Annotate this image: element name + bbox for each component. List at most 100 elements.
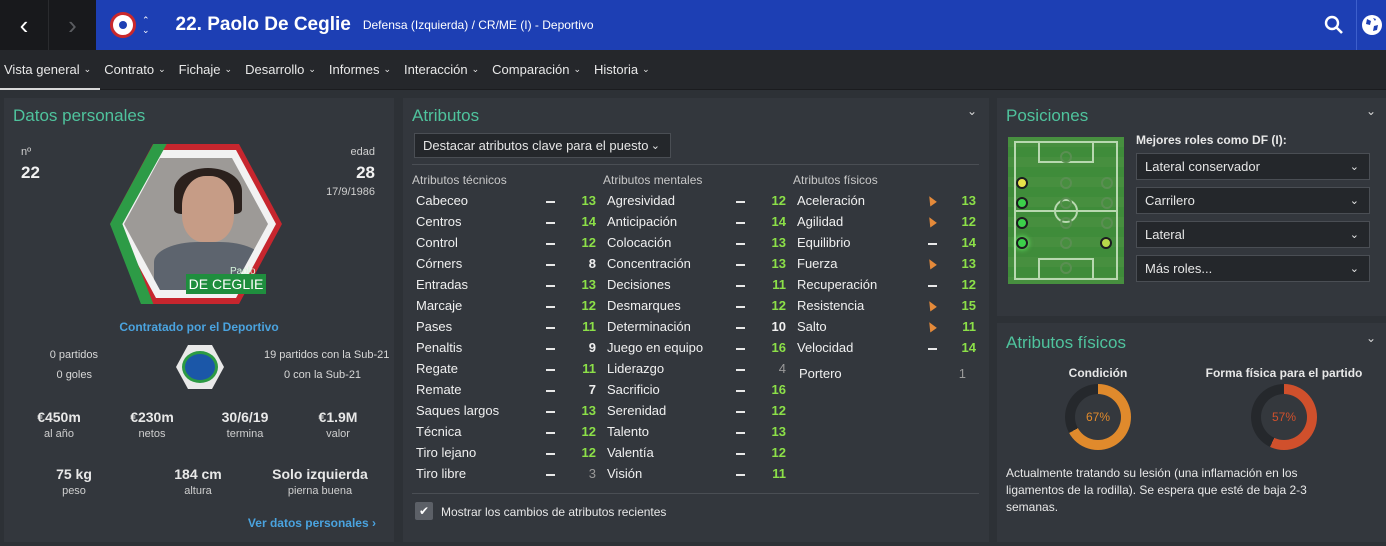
world-button[interactable] [1356,0,1386,50]
trend-flat-icon [736,306,745,308]
tab-comparison[interactable]: Comparación ⌄ [488,50,590,90]
role-select-1[interactable]: Lateral conservador ⌄ [1136,153,1370,180]
attribute-value: 4 [778,361,786,376]
condition-label: Condición [1068,366,1128,380]
goalkeeper-value: 1 [958,366,966,381]
back-button[interactable]: ‹ [0,0,48,50]
attribute-value: 16 [771,382,786,397]
trend-flat-icon [736,369,745,371]
attribute-name: Colocación [607,235,672,250]
panel-title: Atributos físicos [1006,333,1126,352]
attribute-name: Juego en equipo [607,340,704,355]
player-switch-arrows[interactable]: ⌃ ⌄ [142,15,150,35]
chevron-down-icon: ⌄ [83,64,92,74]
attribute-value: 12 [771,193,786,208]
chevron-down-icon: ⌄ [1349,229,1359,241]
tab-transfer[interactable]: Fichaje ⌄ [175,50,241,90]
tab-bar: Vista general ⌄ Contrato ⌄ Fichaje ⌄ Desarr… [0,50,1386,90]
collapse-attributes-button[interactable]: ⌄ [967,104,977,118]
trend-flat-icon [546,201,555,203]
forward-button[interactable]: › [48,0,96,50]
attribute-value: 13 [961,193,976,208]
chevron-right-icon: › [372,516,376,530]
attribute-value: 12 [771,298,786,313]
match-fitness-value: 57% [1261,394,1307,440]
physical-header: Atributos físicos [793,173,878,187]
trend-flat-icon [546,222,555,224]
trend-flat-icon [928,243,937,245]
collapse-positions-button[interactable]: ⌄ [1366,104,1376,118]
best-roles-heading: Mejores roles como DF (I): [1136,133,1287,147]
view-personal-data-link[interactable]: Ver datos personales › [248,516,376,530]
trend-flat-icon [736,411,745,413]
technical-header: Atributos técnicos [412,173,507,187]
chevron-down-icon: ⌄ [650,140,660,152]
show-recent-changes-label: Mostrar los cambios de atributos recient… [441,505,667,519]
trend-flat-icon [546,243,555,245]
trend-flat-icon [546,327,555,329]
attribute-name: Anticipación [607,214,678,229]
trend-flat-icon [736,201,745,203]
attribute-value: 13 [581,193,596,208]
chevron-down-icon: ⌄ [471,64,480,74]
club-crest-icon[interactable] [110,12,136,38]
show-recent-changes-checkbox[interactable]: ✔ [415,502,433,520]
trend-flat-icon [928,348,937,350]
chevron-down-icon: ⌄ [642,64,650,74]
shirt-number: 22 [21,163,40,182]
chevron-down-icon[interactable]: ⌄ [142,25,150,35]
attribute-value: 11 [582,319,596,334]
select-value: Destacar atributos clave para el puesto [423,138,649,153]
position-dl-dot[interactable] [1016,237,1028,249]
position-dr-dot[interactable] [1100,237,1112,249]
attribute-name: Talento [607,424,649,439]
trend-flat-icon [736,222,745,224]
senior-goals: 0 goles [56,369,92,381]
tab-overview[interactable]: Vista general ⌄ [0,50,101,90]
attribute-value: 12 [961,214,976,229]
tab-label: Interacción [404,62,468,77]
attribute-value: 14 [961,235,976,250]
number-label: nº [21,146,32,158]
role-select-3[interactable]: Lateral ⌄ [1136,221,1370,248]
collapse-physical-button[interactable]: ⌄ [1366,331,1376,345]
more-roles-select[interactable]: Más roles... ⌄ [1136,255,1370,282]
attribute-name: Cabeceo [416,193,469,208]
attribute-name: Penaltis [416,340,463,355]
tab-interaction[interactable]: Interacción ⌄ [400,50,488,90]
foot-label: pierna buena [287,485,353,497]
chevron-down-icon: ⌄ [967,104,978,118]
u21-goals: 0 con la Sub-21 [284,369,362,381]
match-fitness-ring: 57% [1251,384,1317,450]
player-value-label: valor [326,428,350,440]
check-icon: ✔ [418,504,430,518]
net-label: netos [138,428,166,440]
position-aml-dot[interactable] [1016,197,1028,209]
chevron-down-icon: ⌄ [573,64,582,74]
player-value: €1.9M [318,409,358,425]
role-select-2[interactable]: Carrilero ⌄ [1136,187,1370,214]
tab-reports[interactable]: Informes ⌄ [325,50,400,90]
chevron-left-icon: ‹ [19,9,29,40]
tab-label: Historia [594,62,639,77]
height-value: 184 cm [174,466,222,482]
attribute-value: 11 [772,277,786,292]
age-label: edad [350,146,375,158]
position-wbl-dot[interactable] [1016,177,1028,189]
chevron-down-icon: ⌄ [383,64,392,74]
chevron-down-icon: ⌄ [158,64,166,74]
tab-label: Desarrollo [245,62,305,77]
contract-end-label: termina [226,428,264,440]
tab-development[interactable]: Desarrollo ⌄ [241,50,325,90]
chevron-down-icon: ⌄ [1366,331,1377,345]
attribute-value: 13 [581,277,596,292]
attribute-value: 12 [961,277,976,292]
highlight-attributes-select[interactable]: Destacar atributos clave para el puesto … [414,133,671,158]
tab-history[interactable]: Historia ⌄ [590,50,659,90]
search-button[interactable] [1312,0,1356,50]
position-ml-dot[interactable] [1016,217,1028,229]
attribute-value: 16 [771,340,786,355]
tab-contract[interactable]: Contrato ⌄ [100,50,174,90]
chevron-up-icon[interactable]: ⌃ [142,15,150,25]
attribute-name: Córners [416,256,463,271]
